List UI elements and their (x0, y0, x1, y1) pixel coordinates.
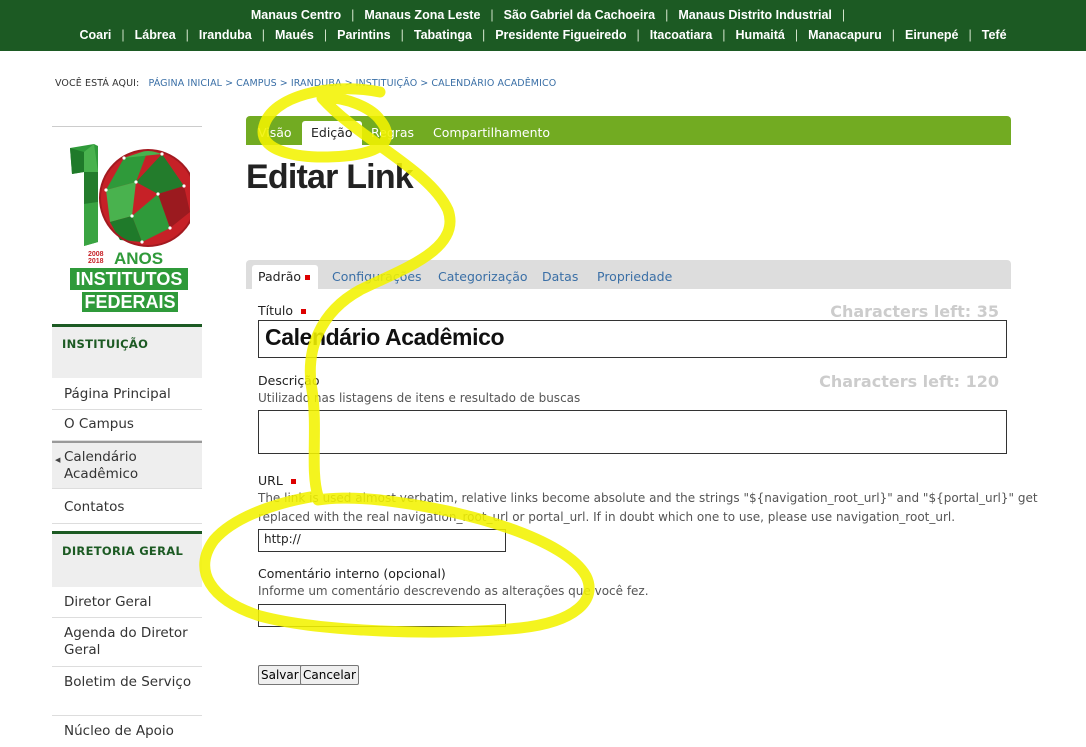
required-marker (290, 479, 296, 484)
campus-link[interactable]: Maués (265, 28, 324, 42)
campus-link[interactable]: Presidente Figueiredo (485, 28, 636, 42)
sidebar-divider (52, 126, 202, 127)
campus-link[interactable]: Eirunepé (895, 28, 969, 42)
campus-link[interactable]: Iranduba (189, 28, 262, 42)
tab-datas[interactable]: Datas (542, 260, 578, 289)
campus-link[interactable]: Itacoatiara (640, 28, 723, 42)
campus-link[interactable]: Tefé (972, 28, 1017, 42)
tab-regras[interactable]: Regras (371, 116, 414, 145)
sidebar-item-o-campus[interactable]: O Campus (52, 410, 202, 441)
breadcrumb-item[interactable]: PÁGINA INICIAL (148, 78, 222, 89)
top-campus-bar: Manaus Centro | Manaus Zona Leste | São Gabr… (0, 0, 1086, 51)
sidebar-item-agenda-diretor[interactable]: Agenda do Diretor Geral (52, 619, 202, 667)
campus-link[interactable]: Manaus Distrito Industrial (668, 8, 842, 22)
sidebar-item-nucleo-apoio[interactable]: Núcleo de Apoio (52, 717, 202, 747)
breadcrumb: VOCÊ ESTÁ AQUI: PÁGINA INICIAL > CAMPUS > IR… (55, 78, 556, 89)
title-chars-left: Characters left: 35 (830, 302, 999, 321)
description-chars-left: Characters left: 120 (819, 372, 999, 391)
url-label: URL (258, 473, 296, 488)
cancel-button[interactable]: Cancelar (300, 665, 359, 685)
description-help: Utilizado nas listagens de itens e resul… (258, 391, 581, 405)
campus-link[interactable]: Manacapuru (798, 28, 892, 42)
breadcrumb-separator: > (344, 78, 353, 89)
tab-label: Padrão (258, 269, 302, 284)
required-marker (301, 309, 307, 314)
breadcrumb-separator: > (225, 78, 234, 89)
url-input[interactable]: http:// (258, 529, 506, 552)
form-tabs: Padrão Configurações Categorização Datas… (246, 260, 1011, 289)
comment-label: Comentário interno (opcional) (258, 566, 446, 581)
campus-nav-row-2: Coari | Lábrea | Iranduba | Maués | Parintins | Ta… (0, 28, 1086, 42)
logo-anos: ANOS (114, 249, 163, 268)
url-label-text: URL (258, 473, 283, 488)
institutos-federais-10-anos-logo: 2008 2018 ANOS INSTITUTOS (70, 144, 190, 290)
tab-configuracoes[interactable]: Configurações (332, 260, 422, 289)
sidebar-item-boletim-servico[interactable]: Boletim de Serviço (52, 668, 202, 716)
nav-separator: | (841, 8, 846, 22)
campus-link[interactable]: Tabatinga (404, 28, 482, 42)
url-help-line: The link is used almost verbatim, relati… (258, 491, 1038, 505)
campus-link[interactable]: Humaitá (726, 28, 795, 42)
comment-help: Informe um comentário descrevendo as alt… (258, 584, 649, 598)
sidebar-item-pagina-principal[interactable]: Página Principal (52, 380, 202, 410)
campus-link[interactable]: Lábrea (125, 28, 186, 42)
tab-padrao[interactable]: Padrão (252, 265, 319, 289)
title-label-text: Título (258, 303, 294, 318)
tab-edicao[interactable]: Edição (302, 121, 362, 145)
title-input[interactable]: Calendário Acadêmico (258, 320, 1007, 358)
sidebar-heading-diretoria-geral[interactable]: DIRETORIA GERAL (52, 531, 202, 587)
url-help: The link is used almost verbatim, relati… (258, 489, 1038, 527)
logo-year-top: 2008 (88, 251, 104, 258)
description-textarea[interactable] (258, 410, 1007, 454)
sidebar-item-contatos[interactable]: Contatos (52, 491, 202, 524)
required-marker (305, 275, 311, 280)
save-button[interactable]: Salvar (258, 665, 302, 685)
breadcrumb-item[interactable]: IRANDUBA (291, 78, 342, 89)
breadcrumb-label: VOCÊ ESTÁ AQUI: (55, 78, 140, 89)
url-help-line: replaced with the real navigation_root_u… (258, 510, 956, 524)
campus-link[interactable]: Coari (69, 28, 121, 42)
breadcrumb-item[interactable]: CALENDÁRIO ACADÊMICO (431, 78, 556, 89)
campus-nav-row-1: Manaus Centro | Manaus Zona Leste | São Gabr… (0, 8, 1086, 22)
breadcrumb-separator: > (420, 78, 429, 89)
tab-compartilhamento[interactable]: Compartilhamento (433, 116, 550, 145)
campus-link[interactable]: Manaus Centro (241, 8, 351, 22)
logo-year-bottom: 2018 (88, 258, 104, 265)
tab-propriedade[interactable]: Propriedade (597, 260, 672, 289)
logo-institutos: INSTITUTOS (76, 269, 183, 289)
sidebar-heading-instituicao[interactable]: INSTITUIÇÃO (52, 324, 202, 378)
sidebar-item-label: Calendário Acadêmico (64, 449, 139, 482)
logo-federais: FEDERAIS (82, 292, 178, 312)
sidebar: 2008 2018 ANOS INSTITUTOS FEDERAIS INSTI… (52, 126, 202, 739)
comment-input[interactable] (258, 604, 506, 627)
breadcrumb-separator: > (279, 78, 288, 89)
campus-link[interactable]: Manaus Zona Leste (354, 8, 490, 22)
sidebar-item-calendario-academico[interactable]: ◀ Calendário Acadêmico (52, 441, 202, 489)
page-title: Editar Link (246, 158, 414, 196)
breadcrumb-item[interactable]: INSTITUIÇÃO (356, 78, 418, 89)
breadcrumb-item[interactable]: CAMPUS (236, 78, 277, 89)
content-view-tabs: Visão Edição Regras Compartilhamento (246, 116, 1011, 145)
campus-link[interactable]: Parintins (327, 28, 401, 42)
campus-link[interactable]: São Gabriel da Cachoeira (494, 8, 665, 22)
title-label: Título (258, 303, 307, 318)
sidebar-item-diretor-geral[interactable]: Diretor Geral (52, 588, 202, 618)
description-label: Descrição (258, 373, 320, 388)
tab-categorizacao[interactable]: Categorização (438, 260, 528, 289)
triangle-right-icon: ◀ (55, 456, 61, 464)
tab-visao[interactable]: Visão (258, 116, 292, 145)
